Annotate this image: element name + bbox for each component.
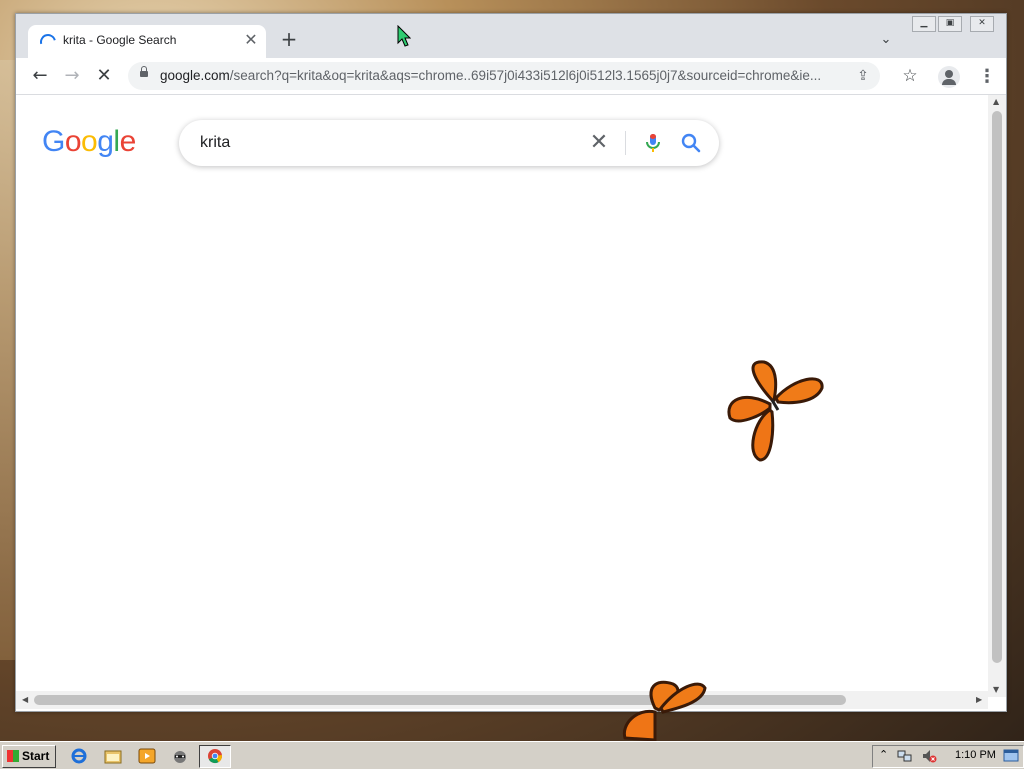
windows-logo-icon (7, 750, 19, 762)
tab-close-icon[interactable]: ✕ (240, 29, 262, 51)
loading-spinner-icon (37, 31, 59, 53)
tab-active[interactable]: krita - Google Search ✕ (28, 25, 266, 58)
chrome-icon (208, 749, 222, 764)
lock-icon[interactable] (140, 66, 148, 77)
taskbar: Start ⌃ 1:10 PM (0, 741, 1024, 769)
mouse-cursor-icon (397, 25, 411, 47)
profile-icon[interactable] (938, 66, 960, 88)
network-icon[interactable] (897, 749, 913, 763)
tab-title: krita - Google Search (63, 33, 177, 47)
search-input[interactable]: krita (200, 134, 230, 152)
share-icon[interactable]: ⇪ (854, 67, 872, 85)
horizontal-scrollbar[interactable]: ◀ ▶ (16, 691, 988, 709)
url-path: /search?q=krita&oq=krita&aqs=chrome..69i… (229, 68, 822, 83)
google-logo[interactable]: Google (42, 125, 136, 159)
scroll-down-arrow-icon[interactable]: ▼ (993, 685, 999, 694)
scroll-left-arrow-icon[interactable]: ◀ (22, 695, 28, 704)
start-button[interactable]: Start (2, 745, 56, 768)
minimize-button[interactable]: ▁ (912, 16, 936, 32)
chrome-taskbar-button[interactable] (199, 745, 231, 768)
restore-button[interactable]: ▣ (938, 16, 962, 32)
browser-toolbar: ← → ✕ google.com/search?q=krita&oq=krita… (16, 58, 1006, 95)
clear-search-icon[interactable]: ✕ (587, 131, 611, 155)
logo-letter: e (119, 125, 137, 158)
menu-icon[interactable]: ⋮ (978, 66, 996, 88)
new-tab-button[interactable]: + (278, 28, 300, 50)
close-window-button[interactable]: ✕ (970, 16, 994, 32)
start-label: Start (22, 749, 50, 763)
volume-muted-icon[interactable] (921, 749, 937, 763)
tray-expand-icon[interactable]: ⌃ (879, 748, 888, 761)
logo-letter: G (42, 125, 65, 158)
search-divider (625, 131, 626, 155)
search-icon[interactable] (679, 131, 703, 155)
tab-strip: krita - Google Search ✕ + ⌄ ▁ ▣ ✕ (16, 14, 1006, 58)
back-button[interactable]: ← (28, 64, 52, 88)
search-box[interactable]: krita ✕ (179, 120, 719, 166)
butterfly-bottom-decoration-icon (622, 680, 707, 742)
raccoon-app-icon[interactable] (171, 747, 189, 765)
clock[interactable]: 1:10 PM (955, 749, 996, 761)
logo-letter: g (97, 125, 114, 158)
page-content: Google krita ✕ (16, 95, 988, 697)
bookmark-star-icon[interactable]: ☆ (898, 64, 922, 88)
vertical-scrollbar[interactable]: ▲ ▼ (988, 95, 1006, 697)
microphone-icon[interactable] (641, 131, 665, 155)
file-explorer-icon[interactable] (104, 747, 122, 765)
butterfly-decoration-icon (727, 360, 824, 462)
browser-window: krita - Google Search ✕ + ⌄ ▁ ▣ ✕ ← → ✕ … (15, 13, 1007, 712)
show-desktop-icon[interactable] (1003, 749, 1019, 763)
media-player-icon[interactable] (138, 747, 156, 765)
scroll-right-arrow-icon[interactable]: ▶ (976, 695, 982, 704)
system-tray: ⌃ 1:10 PM (872, 745, 1024, 768)
logo-letter: o (64, 125, 82, 158)
forward-button[interactable]: → (60, 64, 84, 88)
scroll-up-arrow-icon[interactable]: ▲ (993, 97, 999, 106)
address-bar[interactable]: google.com/search?q=krita&oq=krita&aqs=c… (128, 62, 880, 90)
url-text[interactable]: google.com/search?q=krita&oq=krita&aqs=c… (160, 68, 821, 83)
horizontal-scroll-thumb[interactable] (34, 695, 846, 705)
wallpaper-left-edge (0, 60, 15, 660)
logo-letter: o (81, 125, 98, 158)
vertical-scroll-thumb[interactable] (992, 111, 1002, 663)
tab-search-chevron-icon[interactable]: ⌄ (878, 32, 894, 48)
url-host: google.com (160, 68, 230, 83)
stop-loading-button[interactable]: ✕ (92, 64, 116, 88)
internet-explorer-icon[interactable] (70, 747, 88, 765)
